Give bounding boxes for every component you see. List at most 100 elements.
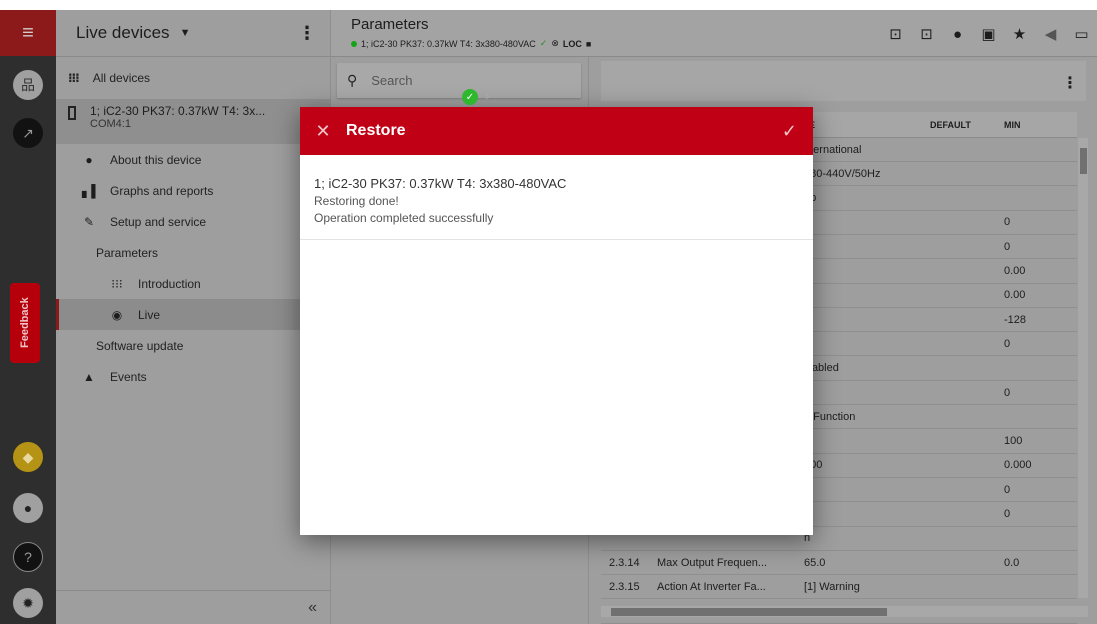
param-min: 0 [1004,240,1011,253]
restore-result-item[interactable]: 1; iC2-30 PK37: 0.37kW T4: 3x380-480VAC … [300,155,813,240]
nav-setup-service[interactable]: ✎ Setup and service [56,206,330,237]
param-min: 0 [1004,508,1011,520]
param-min: 0.000 [1004,459,1032,472]
upload-button[interactable]: ⊡ [911,22,942,46]
restore-dialog: ✕ Restore ✓ 1; iC2-30 PK37: 0.37kW T4: 3… [300,107,813,535]
horizontal-scroll-thumb[interactable] [611,608,887,616]
collapse-bar: « [56,590,331,624]
grid-icon: ⁝⁝⁝ [111,276,123,291]
favorite-button[interactable]: ★ [1004,22,1035,46]
column-header-min[interactable]: MIN [998,120,1077,130]
help-icon: ? [24,549,32,565]
chevron-down-icon[interactable]: ▼ [180,27,191,39]
search-placeholder: Search [371,73,413,88]
collapse-icon[interactable]: « [308,599,317,617]
more-options-icon[interactable]: ⋮ [1062,73,1078,93]
feedback-tab[interactable]: Feedback [10,283,40,363]
upload-icon: ⊡ [920,26,933,43]
nav-label: Parameters [96,245,159,260]
vertical-scrollbar[interactable] [1078,138,1088,598]
folder-icon: ■ [585,38,592,49]
column-header-default[interactable]: DEFAULT [924,120,998,130]
nav-label: About this device [110,152,202,167]
nav-about-device[interactable]: ● About this device [56,144,330,175]
user-button[interactable]: ● [942,22,973,46]
param-value: 380-440V/50Hz [804,167,881,180]
network-icon: 品 [21,77,35,93]
dialog-title: Restore [346,122,406,139]
hamburger-icon: ≡ [22,21,34,44]
table-row[interactable]: 2.3.14 Max Output Frequen... 65.0 0.0 [601,551,1077,576]
settings-button[interactable]: ✹ [13,588,43,618]
param-min: 0.0 [1004,556,1020,569]
nav-graphs-reports[interactable]: ▖▌ Graphs and reports [56,175,330,206]
column-header-value[interactable]: JE [798,120,924,130]
table-toolbar: ⋮ [601,61,1086,101]
nav-software-update[interactable]: Software update [56,330,330,361]
save-icon: ▣ [981,26,996,43]
wrench-icon: ✎ [83,214,95,229]
nav-label: Software update [96,338,184,353]
trend-icon: ↗ [22,124,34,141]
gear-icon: ✹ [22,594,34,611]
no-alarm-icon: ⊗ [551,38,559,48]
open-folder-button[interactable]: ▭ [1066,22,1097,46]
parameters-header: Parameters 1; iC2-30 PK37: 0.37kW T4: 3x… [331,10,1097,57]
all-devices-item[interactable]: ⁝⁝⁝ All devices [56,57,330,99]
top-strip [0,0,1097,10]
confirm-icon[interactable]: ✓ [782,121,797,142]
nav-parameters[interactable]: Parameters [56,237,330,268]
more-options-icon[interactable]: ⋮ [298,23,316,44]
nav-live[interactable]: ◉ Live [56,299,330,330]
devices-panel: Live devices ▼ ⋮ ⁝⁝⁝ All devices 1; iC2-… [56,10,331,624]
info-icon: ● [85,152,93,167]
device-port: COM4:1 [90,118,131,130]
chevron-right-icon[interactable]: › [485,87,490,103]
header-device-name: 1; iC2-30 PK37: 0.37kW T4: 3x380-480VAC [361,38,536,49]
menu-button[interactable]: ≡ [0,10,56,56]
param-value: nternational [804,143,862,156]
devices-title[interactable]: Live devices [76,23,170,43]
param-min: 0 [1004,483,1011,496]
param-min: 100 [1004,435,1023,448]
nav-label: Events [110,369,147,384]
undo-button[interactable]: ◀ [1035,22,1066,46]
account-button[interactable]: ● [13,493,43,523]
nav-label: Graphs and reports [110,183,214,198]
download-icon: ⊡ [889,26,902,43]
param-value: 000 [804,459,823,472]
search-icon: ⚲ [347,72,358,88]
save-button[interactable]: ▣ [973,22,1004,46]
download-button[interactable]: ⊡ [880,22,911,46]
search-input[interactable]: ⚲ Search [337,63,581,98]
trend-button[interactable]: ↗ [13,118,43,148]
success-check-icon: ✓ [462,89,478,105]
nav-events[interactable]: ▲ Events [56,361,330,392]
person-icon: ● [952,25,963,43]
param-name: Max Output Frequen... [657,556,768,569]
table-row[interactable]: 2.3.15 Action At Inverter Fa... [1] Warnin… [601,575,1077,600]
bell-icon: ▲ [83,369,95,384]
close-icon[interactable]: ✕ [300,121,346,142]
param-min: 0.00 [1004,289,1026,302]
vertical-scroll-thumb[interactable] [1080,148,1087,174]
param-min: 0 [1004,386,1011,399]
nav-introduction[interactable]: ⁝⁝⁝ Introduction [56,268,330,299]
device-item[interactable]: 1; iC2-30 PK37: 0.37kW T4: 3x... COM4:1 … [56,99,330,144]
folder-open-icon: ▭ [1074,26,1089,43]
param-min: 0.00 [1004,265,1026,277]
param-min: 0 [1004,337,1011,350]
param-min: 0 [1004,216,1011,229]
param-value: isabled [804,362,839,375]
premium-button[interactable]: ◆ [13,442,43,472]
chart-icon: ▖▌ [82,183,100,198]
dialog-header: ✕ Restore ✓ [300,107,813,155]
param-value: o Function [804,410,856,423]
reply-icon: ◀ [1044,26,1057,43]
param-value: n [804,532,811,545]
help-button[interactable]: ? [13,542,43,572]
eye-icon: ◉ [111,307,123,322]
nav-label: Setup and service [110,214,207,229]
network-button[interactable]: 品 [13,70,43,100]
nav-label: Live [138,307,161,322]
